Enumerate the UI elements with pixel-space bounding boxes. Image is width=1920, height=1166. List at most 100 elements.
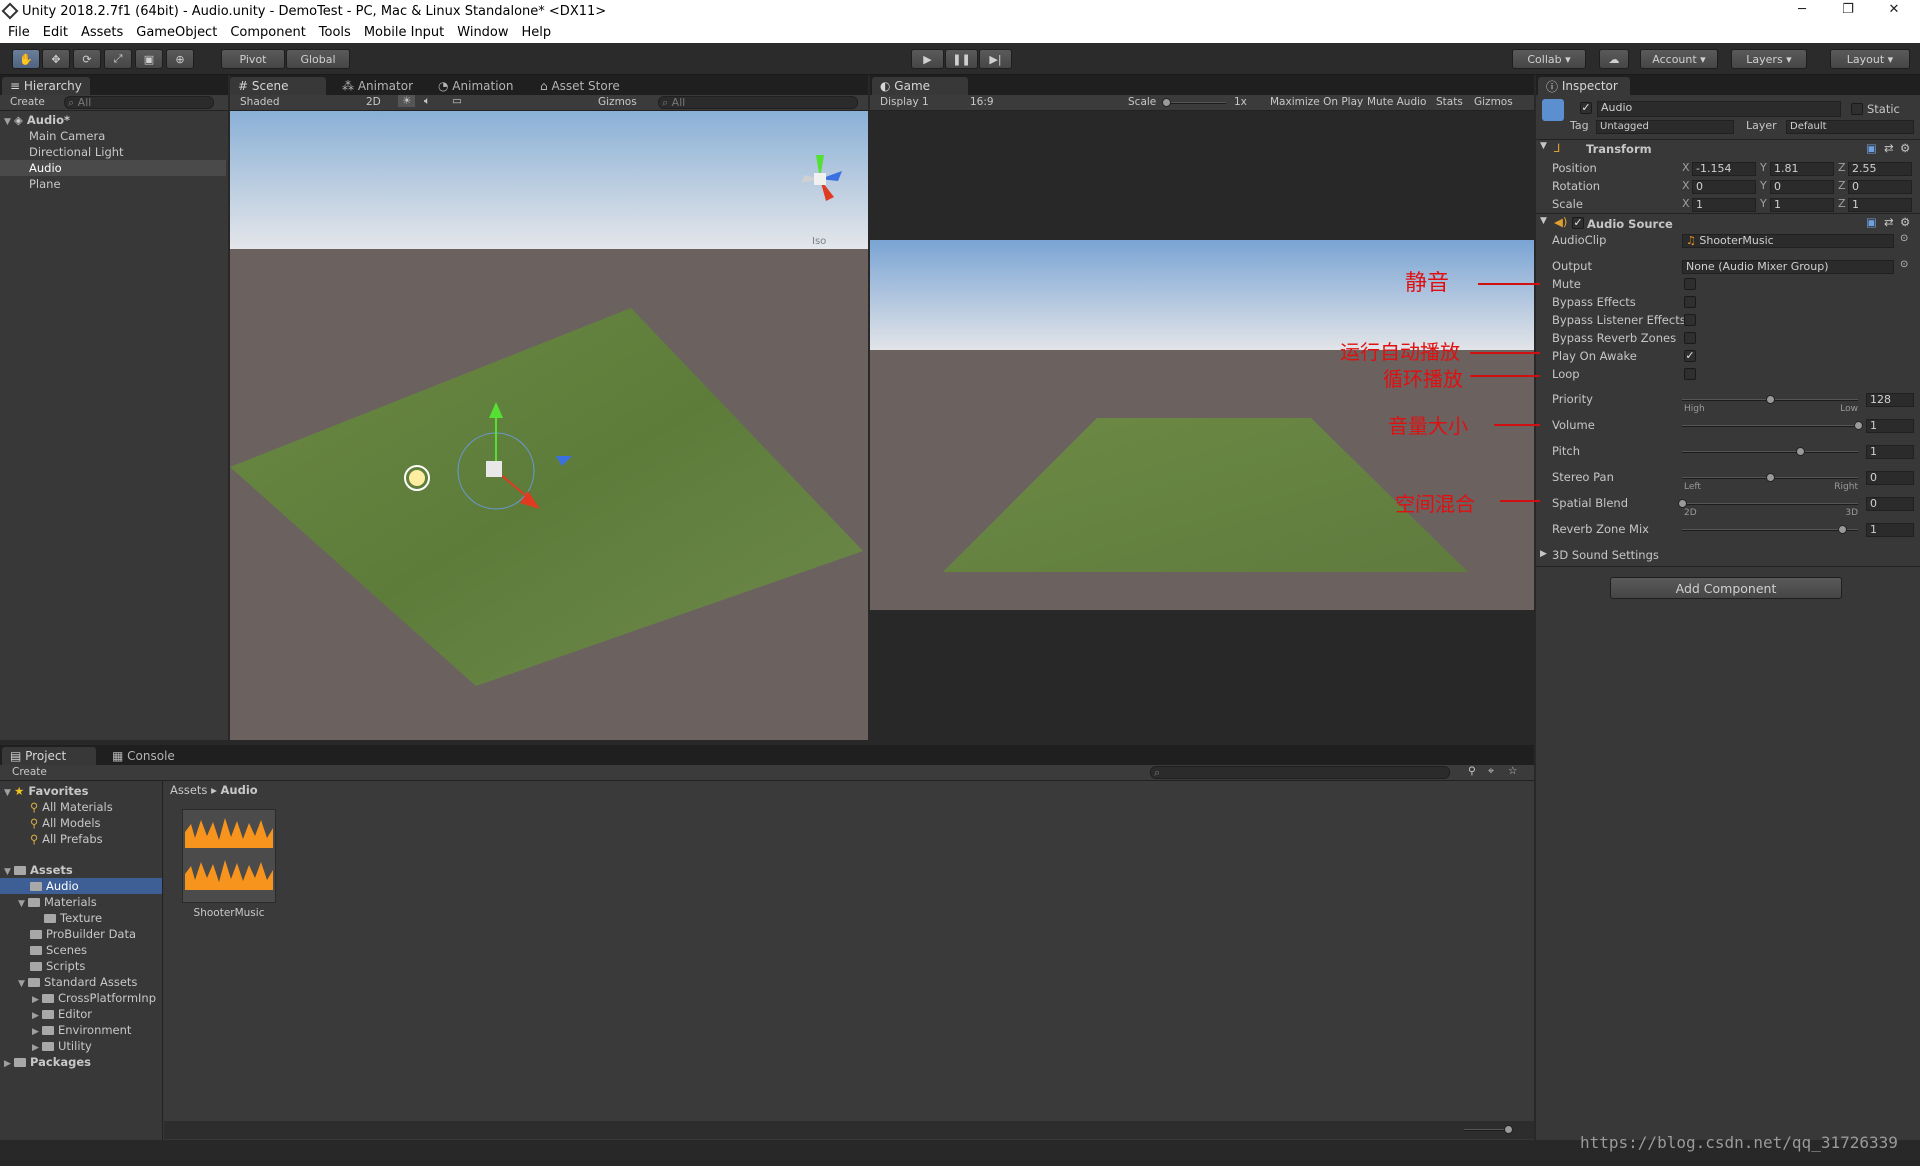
folder-environment[interactable]: ▶ Environment bbox=[32, 1022, 131, 1038]
breadcrumb-assets[interactable]: Assets bbox=[170, 783, 207, 797]
scene-viewport[interactable]: Iso bbox=[230, 111, 868, 740]
reverb-zone-mix-slider[interactable] bbox=[1682, 529, 1858, 531]
folder-standard-assets[interactable]: ▼ Standard Assets bbox=[18, 974, 137, 990]
transform-rotation-y-field[interactable]: 0 bbox=[1770, 180, 1834, 194]
bypass-listener-effects-checkbox[interactable] bbox=[1684, 314, 1696, 326]
folder-utility[interactable]: ▶ Utility bbox=[32, 1038, 92, 1054]
static-checkbox[interactable] bbox=[1851, 103, 1863, 115]
audio-source-foldout-arrow-icon[interactable]: ▼ bbox=[1540, 216, 1547, 226]
hierarchy-item-audio[interactable]: Audio bbox=[0, 160, 226, 176]
spatial-blend-slider[interactable] bbox=[1682, 503, 1858, 505]
pivot-toggle[interactable]: Pivot bbox=[221, 49, 285, 69]
tab-animator[interactable]: ⁂ Animator bbox=[334, 77, 421, 95]
pitch-slider-knob[interactable] bbox=[1795, 447, 1805, 456]
pause-button[interactable]: ❚❚ bbox=[945, 49, 978, 69]
rotate-tool-button[interactable]: ⟳ bbox=[73, 49, 101, 69]
transform-position-y-field[interactable]: 1.81 bbox=[1770, 162, 1834, 176]
menu-mobile-input[interactable]: Mobile Input bbox=[364, 25, 444, 40]
layout-dropdown[interactable]: Layout ▾ bbox=[1830, 49, 1910, 69]
collab-dropdown[interactable]: Collab ▾ bbox=[1512, 49, 1586, 69]
tab-game[interactable]: ◐ Game bbox=[872, 77, 968, 95]
object-picker-icon[interactable]: ⊙ bbox=[1900, 233, 1908, 244]
menu-edit[interactable]: Edit bbox=[43, 25, 68, 40]
account-dropdown[interactable]: Account ▾ bbox=[1640, 49, 1718, 69]
2d-toggle[interactable]: 2D bbox=[366, 96, 381, 108]
hierarchy-item-main-camera[interactable]: Main Camera bbox=[29, 128, 105, 144]
play-button[interactable]: ▶ bbox=[911, 49, 944, 69]
object-picker-icon[interactable]: ⊙ bbox=[1900, 259, 1908, 270]
shading-dropdown[interactable]: Shaded bbox=[240, 96, 280, 108]
menu-help[interactable]: Help bbox=[522, 25, 552, 40]
reverb-zone-mix-value-field[interactable]: 1 bbox=[1866, 523, 1914, 537]
tag-dropdown[interactable]: Untagged bbox=[1596, 120, 1734, 134]
output-field[interactable]: None (Audio Mixer Group) bbox=[1682, 260, 1894, 274]
scale-slider[interactable] bbox=[1164, 102, 1226, 104]
filter-type-icon[interactable]: ⚲ bbox=[1468, 765, 1476, 777]
gameobject-name-field[interactable]: Audio bbox=[1597, 101, 1841, 117]
pitch-slider[interactable] bbox=[1682, 451, 1858, 453]
transform-scale-z-field[interactable]: 1 bbox=[1848, 198, 1912, 212]
menu-component[interactable]: Component bbox=[230, 25, 305, 40]
tab-inspector[interactable]: ⓘ Inspector bbox=[1538, 77, 1630, 95]
cloud-button[interactable]: ☁ bbox=[1599, 49, 1629, 69]
transform-scale-x-field[interactable]: 1 bbox=[1692, 198, 1756, 212]
transform-rotation-x-field[interactable]: 0 bbox=[1692, 180, 1756, 194]
favorite-star-icon[interactable]: ☆ bbox=[1508, 765, 1517, 777]
aspect-dropdown[interactable]: 16:9 bbox=[970, 96, 994, 108]
transform-position-x-field[interactable]: -1.154 bbox=[1692, 162, 1756, 176]
scale-slider-knob[interactable] bbox=[1162, 98, 1171, 107]
filter-label-icon[interactable]: ⌖ bbox=[1488, 765, 1494, 778]
mute-audio-toggle[interactable]: Mute Audio bbox=[1367, 96, 1426, 108]
transform-tool-button[interactable]: ⊕ bbox=[166, 49, 194, 69]
folder-materials[interactable]: ▼ Materials bbox=[18, 894, 97, 910]
hierarchy-item-directional-light[interactable]: Directional Light bbox=[29, 144, 124, 160]
hierarchy-item-plane[interactable]: Plane bbox=[29, 176, 61, 192]
folder-editor[interactable]: ▶ Editor bbox=[32, 1006, 92, 1022]
bypass-reverb-zones-checkbox[interactable] bbox=[1684, 332, 1696, 344]
folder-texture[interactable]: Texture bbox=[44, 910, 102, 926]
spatial-blend-slider-knob[interactable] bbox=[1678, 499, 1687, 508]
priority-value-field[interactable]: 128 bbox=[1866, 393, 1914, 407]
bypass-effects-checkbox[interactable] bbox=[1684, 296, 1696, 308]
scale-tool-button[interactable]: ⤢ bbox=[104, 49, 132, 69]
settings-gear-icon[interactable]: ⚙ bbox=[1900, 215, 1910, 229]
play-on-awake-checkbox[interactable]: ✓ bbox=[1684, 350, 1696, 362]
3d-sound-foldout-arrow-icon[interactable]: ▶ bbox=[1540, 549, 1547, 559]
mute-checkbox[interactable] bbox=[1684, 278, 1696, 290]
menu-file[interactable]: File bbox=[8, 25, 30, 40]
folder-scripts[interactable]: Scripts bbox=[30, 958, 85, 974]
move-tool-button[interactable]: ✥ bbox=[42, 49, 70, 69]
close-button[interactable]: ✕ bbox=[1874, 0, 1914, 22]
reverb-zone-mix-slider-knob[interactable] bbox=[1838, 525, 1848, 534]
volume-slider[interactable] bbox=[1682, 425, 1858, 427]
asset-label[interactable]: ShooterMusic bbox=[174, 907, 284, 919]
volume-value-field[interactable]: 1 bbox=[1866, 419, 1914, 433]
favorite-all-prefabs[interactable]: ⚲ All Prefabs bbox=[30, 831, 103, 847]
hierarchy-search-input[interactable]: ⌕ All bbox=[64, 96, 214, 109]
settings-gear-icon[interactable]: ⚙ bbox=[1900, 141, 1910, 155]
preset-icon[interactable]: ⇄ bbox=[1884, 215, 1894, 229]
gizmos-dropdown[interactable]: Gizmos bbox=[598, 96, 637, 108]
menu-window[interactable]: Window bbox=[457, 25, 508, 40]
help-icon[interactable]: ▣ bbox=[1866, 141, 1877, 155]
add-component-button[interactable]: Add Component bbox=[1610, 577, 1842, 599]
create-dropdown[interactable]: Create bbox=[10, 96, 45, 108]
hand-tool-button[interactable]: ✋ bbox=[12, 49, 40, 69]
folder-scenes[interactable]: Scenes bbox=[30, 942, 87, 958]
audio-source-enabled-checkbox[interactable]: ✓ bbox=[1572, 217, 1584, 229]
tab-hierarchy[interactable]: ≡ Hierarchy bbox=[2, 77, 90, 95]
3d-sound-settings-foldout[interactable]: 3D Sound Settings bbox=[1552, 548, 1659, 562]
favorite-all-materials[interactable]: ⚲ All Materials bbox=[30, 799, 113, 815]
folder-probuilder-data[interactable]: ProBuilder Data bbox=[30, 926, 136, 942]
loop-checkbox[interactable] bbox=[1684, 368, 1696, 380]
layer-dropdown[interactable]: Default bbox=[1786, 120, 1914, 134]
scene-search-input[interactable]: ⌕ All bbox=[658, 96, 858, 109]
tab-console[interactable]: ▦ Console bbox=[104, 747, 183, 765]
folder-audio[interactable]: Audio bbox=[0, 878, 162, 894]
global-toggle[interactable]: Global bbox=[286, 49, 350, 69]
preset-icon[interactable]: ⇄ bbox=[1884, 141, 1894, 155]
display-dropdown[interactable]: Display 1 bbox=[880, 96, 929, 108]
effects-toggle[interactable]: ▭ bbox=[452, 95, 462, 107]
volume-slider-knob[interactable] bbox=[1854, 421, 1863, 430]
tab-animation[interactable]: ◔ Animation bbox=[430, 77, 521, 95]
